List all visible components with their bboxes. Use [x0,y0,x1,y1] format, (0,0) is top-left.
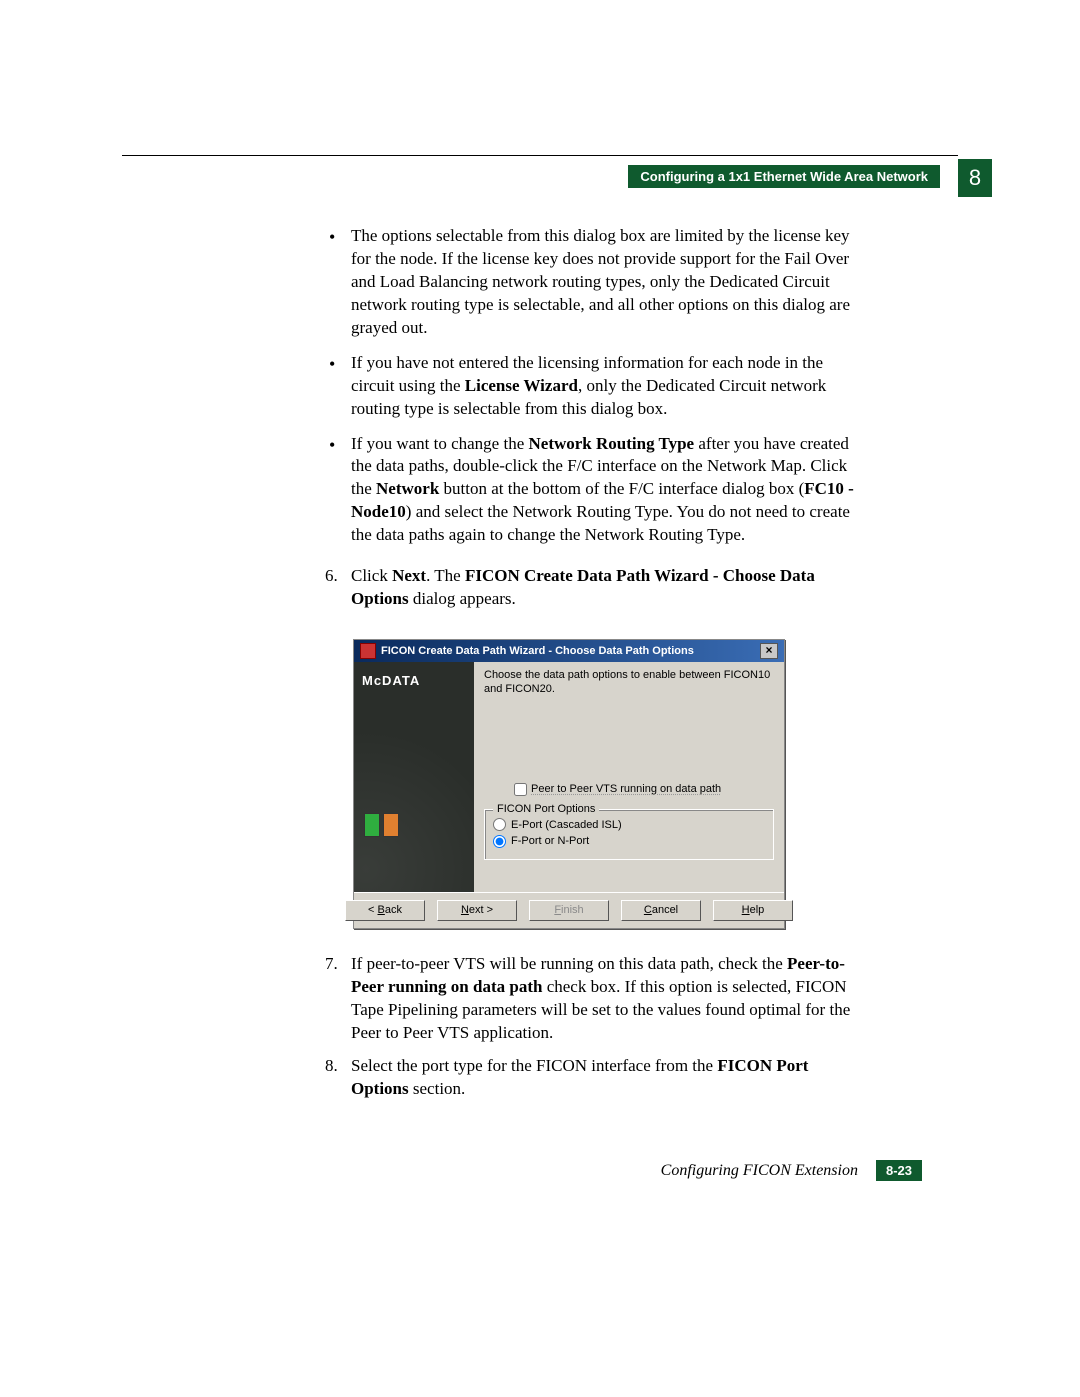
page-footer: Configuring FICON Extension 8-23 [661,1160,922,1181]
ficon-port-options-fieldset: FICON Port Options E-Port (Cascaded ISL)… [484,809,774,861]
bullet-text: The options selectable from this dialog … [351,226,850,337]
device-icon [383,813,399,837]
bullet-item: If you want to change the Network Routin… [325,433,855,548]
section-title: Configuring a 1x1 Ethernet Wide Area Net… [628,165,940,188]
radio-input[interactable] [493,818,506,831]
finish-button: Finish [529,900,609,921]
step-number: 8. [325,1055,338,1078]
brand-logo: McDATA [362,672,466,690]
dialog-intro-text: Choose the data path options to enable b… [484,668,774,697]
help-button[interactable]: Help [713,900,793,921]
section-header: Configuring a 1x1 Ethernet Wide Area Net… [628,165,958,188]
header-rule [122,155,958,156]
device-icon [364,813,380,837]
dialog-app-icon [360,643,376,659]
bullet-list: The options selectable from this dialog … [325,225,855,547]
bullet-text: If you have not entered the licensing in… [351,353,826,418]
step-number: 7. [325,953,338,976]
footer-page-number: 8-23 [876,1160,922,1181]
document-page: Configuring a 1x1 Ethernet Wide Area Net… [0,0,1080,1397]
dialog-sidebar: McDATA [354,662,474,892]
step-text: Click Next. The FICON Create Data Path W… [351,566,815,608]
bullet-item: The options selectable from this dialog … [325,225,855,340]
dialog-main: Choose the data path options to enable b… [474,662,784,892]
footer-doc-title: Configuring FICON Extension [661,1162,858,1180]
dialog-button-row: < Back Next > Finish Cancel Help [354,892,784,928]
numbered-list-continued: 7. If peer-to-peer VTS will be running o… [325,953,855,1101]
radio-eport[interactable]: E-Port (Cascaded ISL) [493,818,765,833]
checkbox-label: Peer to Peer VTS running on data path [531,782,721,797]
numbered-list: 6. Click Next. The FICON Create Data Pat… [325,565,855,611]
radio-fport[interactable]: F-Port or N-Port [493,834,765,849]
cancel-button[interactable]: Cancel [621,900,701,921]
step-7: 7. If peer-to-peer VTS will be running o… [325,953,855,1045]
checkbox-input[interactable] [514,783,527,796]
step-6: 6. Click Next. The FICON Create Data Pat… [325,565,855,611]
back-button[interactable]: < Back [345,900,425,921]
main-content: The options selectable from this dialog … [325,225,855,1111]
step-number: 6. [325,565,338,588]
chapter-number-tab: 8 [958,159,992,197]
fieldset-legend: FICON Port Options [493,802,599,817]
close-icon[interactable]: × [760,643,778,659]
dialog-body: McDATA Choose the data path options to e… [354,662,784,892]
peer-to-peer-checkbox[interactable]: Peer to Peer VTS running on data path [514,782,774,797]
radio-label: E-Port (Cascaded ISL) [511,818,622,833]
device-icons [364,813,399,837]
step-8: 8. Select the port type for the FICON in… [325,1055,855,1101]
radio-input[interactable] [493,835,506,848]
wizard-dialog: FICON Create Data Path Wizard - Choose D… [353,639,785,929]
radio-label: F-Port or N-Port [511,834,589,849]
dialog-titlebar: FICON Create Data Path Wizard - Choose D… [354,640,784,662]
next-button[interactable]: Next > [437,900,517,921]
bullet-text: If you want to change the Network Routin… [351,434,854,545]
step-text: Select the port type for the FICON inter… [351,1056,808,1098]
dialog-title-text: FICON Create Data Path Wizard - Choose D… [381,644,694,659]
step-text: If peer-to-peer VTS will be running on t… [351,954,850,1042]
bullet-item: If you have not entered the licensing in… [325,352,855,421]
